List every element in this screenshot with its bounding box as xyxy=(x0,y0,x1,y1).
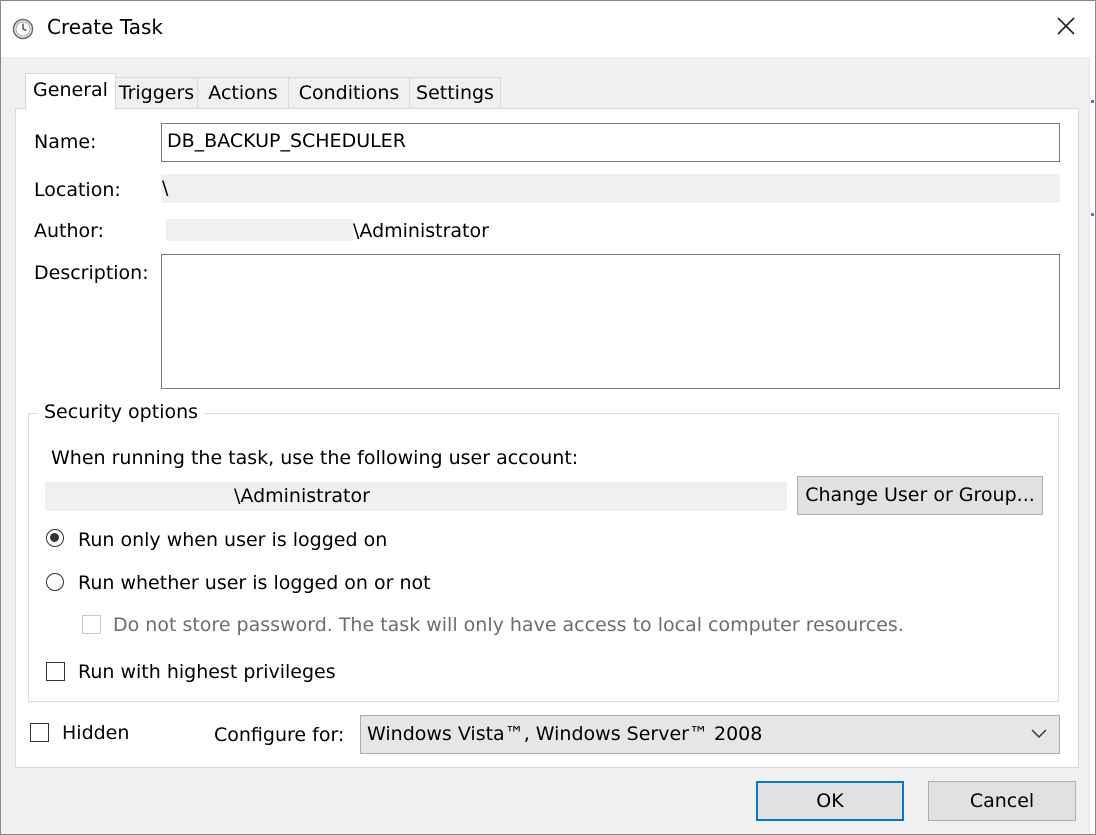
edge-marker xyxy=(1091,213,1094,216)
account-prompt: When running the task, use the following… xyxy=(51,447,579,469)
close-button[interactable] xyxy=(1037,1,1095,57)
configure-for-select[interactable]: Windows Vista™, Windows Server™ 2008 xyxy=(360,715,1060,754)
hidden-label[interactable]: Hidden xyxy=(62,722,129,744)
create-task-dialog: Create Task General Triggers Actions Con… xyxy=(0,0,1096,835)
hidden-checkbox[interactable] xyxy=(30,723,49,742)
tab-conditions[interactable]: Conditions xyxy=(288,77,410,109)
location-field xyxy=(161,174,1060,203)
account-field xyxy=(45,482,787,511)
tab-actions[interactable]: Actions xyxy=(197,77,289,109)
location-value: \ xyxy=(162,177,169,199)
name-label: Name: xyxy=(34,131,97,153)
description-input[interactable] xyxy=(161,254,1060,389)
account-value: \Administrator xyxy=(234,485,370,507)
radio-selected-dot xyxy=(50,533,59,542)
name-value: DB_BACKUP_SCHEDULER xyxy=(167,130,406,152)
description-label: Description: xyxy=(34,262,149,284)
window-edge xyxy=(1089,57,1095,834)
highest-privileges-label[interactable]: Run with highest privileges xyxy=(78,661,336,683)
cancel-button[interactable]: Cancel xyxy=(928,781,1076,821)
tab-settings[interactable]: Settings xyxy=(409,77,501,109)
clock-icon xyxy=(12,18,34,40)
no-store-password-checkbox[interactable] xyxy=(82,615,101,634)
security-group-title: Security options xyxy=(38,401,205,423)
no-store-password-label: Do not store password. The task will onl… xyxy=(113,614,904,636)
title-bar[interactable]: Create Task xyxy=(1,1,1095,57)
chevron-down-icon xyxy=(1031,729,1047,739)
run-logged-on-label[interactable]: Run only when user is logged on xyxy=(78,529,387,551)
run-logged-on-radio[interactable] xyxy=(46,529,64,547)
author-value: \Administrator xyxy=(353,220,489,242)
window-title: Create Task xyxy=(47,15,163,39)
run-whether-label[interactable]: Run whether user is logged on or not xyxy=(78,572,431,594)
redacted-domain xyxy=(166,219,353,241)
configure-for-value: Windows Vista™, Windows Server™ 2008 xyxy=(367,723,763,745)
ok-button[interactable]: OK xyxy=(756,781,904,821)
tab-triggers[interactable]: Triggers xyxy=(115,77,198,109)
change-user-button[interactable]: Change User or Group... xyxy=(797,476,1043,515)
name-input[interactable]: DB_BACKUP_SCHEDULER xyxy=(161,123,1060,162)
location-label: Location: xyxy=(34,179,121,201)
close-icon xyxy=(1057,17,1075,35)
configure-for-label: Configure for: xyxy=(214,724,345,746)
highest-privileges-checkbox[interactable] xyxy=(46,662,65,681)
author-label: Author: xyxy=(34,220,105,242)
edge-marker xyxy=(1091,100,1094,103)
run-whether-radio[interactable] xyxy=(46,573,64,591)
tab-general[interactable]: General xyxy=(25,73,116,110)
